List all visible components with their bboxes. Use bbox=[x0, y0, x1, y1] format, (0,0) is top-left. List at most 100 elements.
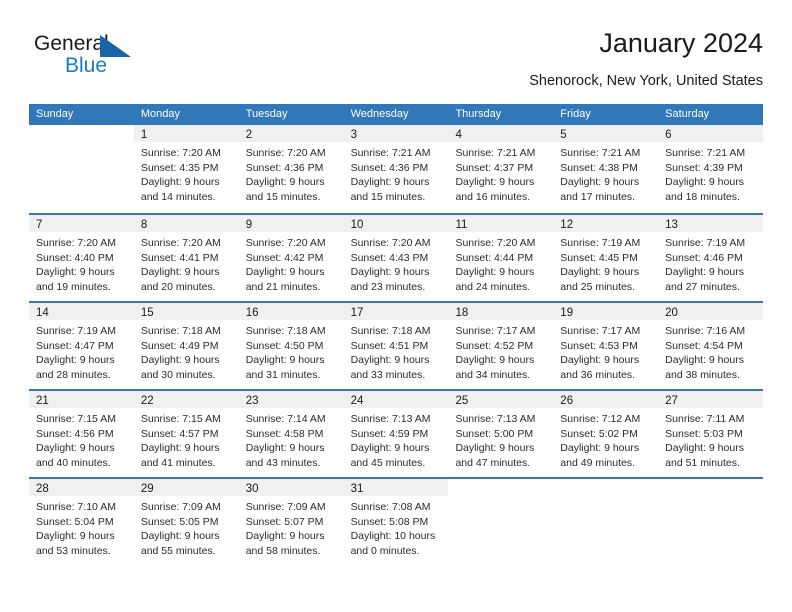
day-cell[interactable]: 26 Sunrise: 7:12 AM Sunset: 5:02 PM Dayl… bbox=[553, 391, 659, 477]
daylight-text-line1: Daylight: 9 hours bbox=[665, 266, 744, 278]
day-number: 13 bbox=[665, 219, 678, 231]
daylight-text-line2: and 58 minutes. bbox=[245, 544, 321, 557]
calendar-grid: Sunday Monday Tuesday Wednesday Thursday… bbox=[29, 104, 764, 565]
day-cell[interactable]: 24 Sunrise: 7:13 AM Sunset: 4:59 PM Dayl… bbox=[343, 391, 449, 477]
day-cell bbox=[29, 125, 134, 213]
day-cell[interactable]: 15 Sunrise: 7:18 AM Sunset: 4:49 PM Dayl… bbox=[133, 303, 239, 389]
daylight-text-line1: Daylight: 9 hours bbox=[350, 442, 430, 454]
daylight-text-line1: Daylight: 9 hours bbox=[245, 354, 325, 366]
day-number: 21 bbox=[36, 395, 49, 407]
day-cell[interactable]: 31 Sunrise: 7:08 AM Sunset: 5:08 PM Dayl… bbox=[343, 479, 449, 565]
day-number: 12 bbox=[560, 219, 574, 231]
daylight-text-line2: and 31 minutes. bbox=[245, 368, 321, 381]
daylight-text-line2: and 24 minutes. bbox=[455, 280, 531, 293]
day-cell[interactable]: 1 Sunrise: 7:20 AM Sunset: 4:35 PM Dayli… bbox=[133, 125, 239, 213]
day-cell[interactable]: 12 Sunrise: 7:19 AM Sunset: 4:45 PM Dayl… bbox=[553, 215, 659, 301]
daylight-text-line2: and 17 minutes. bbox=[560, 190, 636, 203]
day-cell[interactable]: 14 Sunrise: 7:19 AM Sunset: 4:47 PM Dayl… bbox=[29, 303, 134, 389]
daylight-text-line2: and 55 minutes. bbox=[140, 544, 216, 557]
day-cell[interactable]: 22 Sunrise: 7:15 AM Sunset: 4:57 PM Dayl… bbox=[133, 391, 239, 477]
sunrise-text: Sunrise: 7:09 AM bbox=[245, 501, 326, 513]
day-cell[interactable]: 20 Sunrise: 7:16 AM Sunset: 4:54 PM Dayl… bbox=[658, 303, 764, 389]
daylight-text-line1: Daylight: 9 hours bbox=[245, 266, 325, 278]
week-row: 1 Sunrise: 7:20 AM Sunset: 4:35 PM Dayli… bbox=[29, 125, 764, 213]
daylight-text-line2: and 47 minutes. bbox=[455, 456, 531, 469]
daylight-text-line1: Daylight: 9 hours bbox=[36, 442, 115, 454]
daylight-text-line1: Daylight: 9 hours bbox=[350, 176, 430, 188]
day-cell[interactable]: 27 Sunrise: 7:11 AM Sunset: 5:03 PM Dayl… bbox=[658, 391, 764, 477]
day-number: 4 bbox=[455, 129, 462, 141]
sunrise-text: Sunrise: 7:18 AM bbox=[140, 325, 221, 337]
day-cell[interactable]: 8 Sunrise: 7:20 AM Sunset: 4:41 PM Dayli… bbox=[133, 215, 239, 301]
daylight-text-line2: and 51 minutes. bbox=[665, 456, 740, 469]
sunset-text: Sunset: 4:40 PM bbox=[36, 251, 114, 264]
day-cell[interactable]: 16 Sunrise: 7:18 AM Sunset: 4:50 PM Dayl… bbox=[238, 303, 344, 389]
sunset-text: Sunset: 4:44 PM bbox=[455, 251, 534, 264]
sunset-text: Sunset: 4:47 PM bbox=[36, 339, 114, 352]
day-cell[interactable]: 21 Sunrise: 7:15 AM Sunset: 4:56 PM Dayl… bbox=[29, 391, 134, 477]
sunset-text: Sunset: 4:42 PM bbox=[245, 251, 324, 264]
daylight-text-line2: and 27 minutes. bbox=[665, 280, 740, 293]
sunrise-text: Sunrise: 7:08 AM bbox=[350, 501, 431, 513]
day-cell[interactable]: 11 Sunrise: 7:20 AM Sunset: 4:44 PM Dayl… bbox=[448, 215, 554, 301]
sunrise-text: Sunrise: 7:20 AM bbox=[350, 237, 431, 249]
day-number: 30 bbox=[245, 483, 259, 495]
daylight-text-line1: Daylight: 9 hours bbox=[455, 176, 535, 188]
day-cell[interactable]: 3 Sunrise: 7:21 AM Sunset: 4:36 PM Dayli… bbox=[343, 125, 449, 213]
day-cell[interactable]: 18 Sunrise: 7:17 AM Sunset: 4:52 PM Dayl… bbox=[448, 303, 554, 389]
day-number: 25 bbox=[455, 395, 469, 407]
day-cell[interactable]: 4 Sunrise: 7:21 AM Sunset: 4:37 PM Dayli… bbox=[448, 125, 554, 213]
day-number: 10 bbox=[350, 219, 364, 231]
day-cell[interactable]: 2 Sunrise: 7:20 AM Sunset: 4:36 PM Dayli… bbox=[238, 125, 344, 213]
daylight-text-line2: and 19 minutes. bbox=[36, 280, 111, 293]
daylight-text-line1: Daylight: 9 hours bbox=[665, 354, 744, 366]
daylight-text-line1: Daylight: 10 hours bbox=[350, 530, 436, 542]
sunset-text: Sunset: 4:35 PM bbox=[140, 161, 219, 174]
sunrise-text: Sunrise: 7:13 AM bbox=[455, 413, 536, 425]
sunset-text: Sunset: 4:37 PM bbox=[455, 161, 534, 174]
sunrise-text: Sunrise: 7:19 AM bbox=[36, 325, 116, 337]
day-cell[interactable]: 30 Sunrise: 7:09 AM Sunset: 5:07 PM Dayl… bbox=[238, 479, 344, 565]
daylight-text-line2: and 0 minutes. bbox=[350, 544, 420, 557]
sunset-text: Sunset: 4:36 PM bbox=[350, 161, 429, 174]
day-number: 17 bbox=[350, 307, 364, 319]
day-cell[interactable]: 10 Sunrise: 7:20 AM Sunset: 4:43 PM Dayl… bbox=[343, 215, 449, 301]
day-number: 5 bbox=[560, 129, 567, 141]
day-number: 7 bbox=[36, 219, 43, 231]
day-cell[interactable]: 19 Sunrise: 7:17 AM Sunset: 4:53 PM Dayl… bbox=[553, 303, 659, 389]
day-cell[interactable]: 28 Sunrise: 7:10 AM Sunset: 5:04 PM Dayl… bbox=[29, 479, 134, 565]
page-header: General Blue January 2024 Shenorock, New… bbox=[29, 26, 763, 96]
day-cell[interactable]: 7 Sunrise: 7:20 AM Sunset: 4:40 PM Dayli… bbox=[29, 215, 134, 301]
sunrise-text: Sunrise: 7:20 AM bbox=[455, 237, 536, 249]
logo-text-blue: Blue bbox=[65, 54, 108, 77]
daylight-text-line1: Daylight: 9 hours bbox=[245, 176, 325, 188]
sunrise-text: Sunrise: 7:20 AM bbox=[140, 147, 221, 159]
general-blue-logo[interactable]: General Blue bbox=[34, 32, 144, 88]
sunrise-text: Sunrise: 7:15 AM bbox=[140, 413, 221, 425]
day-cell[interactable]: 5 Sunrise: 7:21 AM Sunset: 4:38 PM Dayli… bbox=[553, 125, 659, 213]
day-cell[interactable]: 13 Sunrise: 7:19 AM Sunset: 4:46 PM Dayl… bbox=[658, 215, 764, 301]
week-row: 21 Sunrise: 7:15 AM Sunset: 4:56 PM Dayl… bbox=[29, 389, 764, 477]
day-number: 24 bbox=[350, 395, 364, 407]
day-cell[interactable]: 25 Sunrise: 7:13 AM Sunset: 5:00 PM Dayl… bbox=[448, 391, 554, 477]
weekday-header-sunday: Sunday bbox=[36, 108, 74, 120]
day-number: 2 bbox=[245, 129, 253, 141]
day-cell[interactable]: 9 Sunrise: 7:20 AM Sunset: 4:42 PM Dayli… bbox=[238, 215, 344, 301]
weekday-header-row: Sunday Monday Tuesday Wednesday Thursday… bbox=[29, 104, 763, 125]
sunset-text: Sunset: 4:57 PM bbox=[140, 427, 219, 440]
day-cell[interactable]: 6 Sunrise: 7:21 AM Sunset: 4:39 PM Dayli… bbox=[658, 125, 764, 213]
daylight-text-line1: Daylight: 9 hours bbox=[140, 442, 220, 454]
sunset-text: Sunset: 5:02 PM bbox=[560, 427, 638, 440]
day-cell bbox=[553, 479, 659, 565]
sunset-text: Sunset: 5:08 PM bbox=[350, 515, 429, 528]
day-number: 19 bbox=[560, 307, 574, 319]
sunrise-text: Sunrise: 7:20 AM bbox=[245, 147, 326, 159]
day-cell[interactable]: 17 Sunrise: 7:18 AM Sunset: 4:51 PM Dayl… bbox=[343, 303, 449, 389]
day-cell[interactable]: 29 Sunrise: 7:09 AM Sunset: 5:05 PM Dayl… bbox=[133, 479, 239, 565]
day-number: 29 bbox=[140, 483, 154, 495]
daylight-text-line2: and 23 minutes. bbox=[350, 280, 426, 293]
weekday-header-saturday: Saturday bbox=[665, 108, 710, 120]
daylight-text-line2: and 49 minutes. bbox=[560, 456, 636, 469]
day-cell[interactable]: 23 Sunrise: 7:14 AM Sunset: 4:58 PM Dayl… bbox=[238, 391, 344, 477]
sunset-text: Sunset: 4:45 PM bbox=[560, 251, 638, 264]
